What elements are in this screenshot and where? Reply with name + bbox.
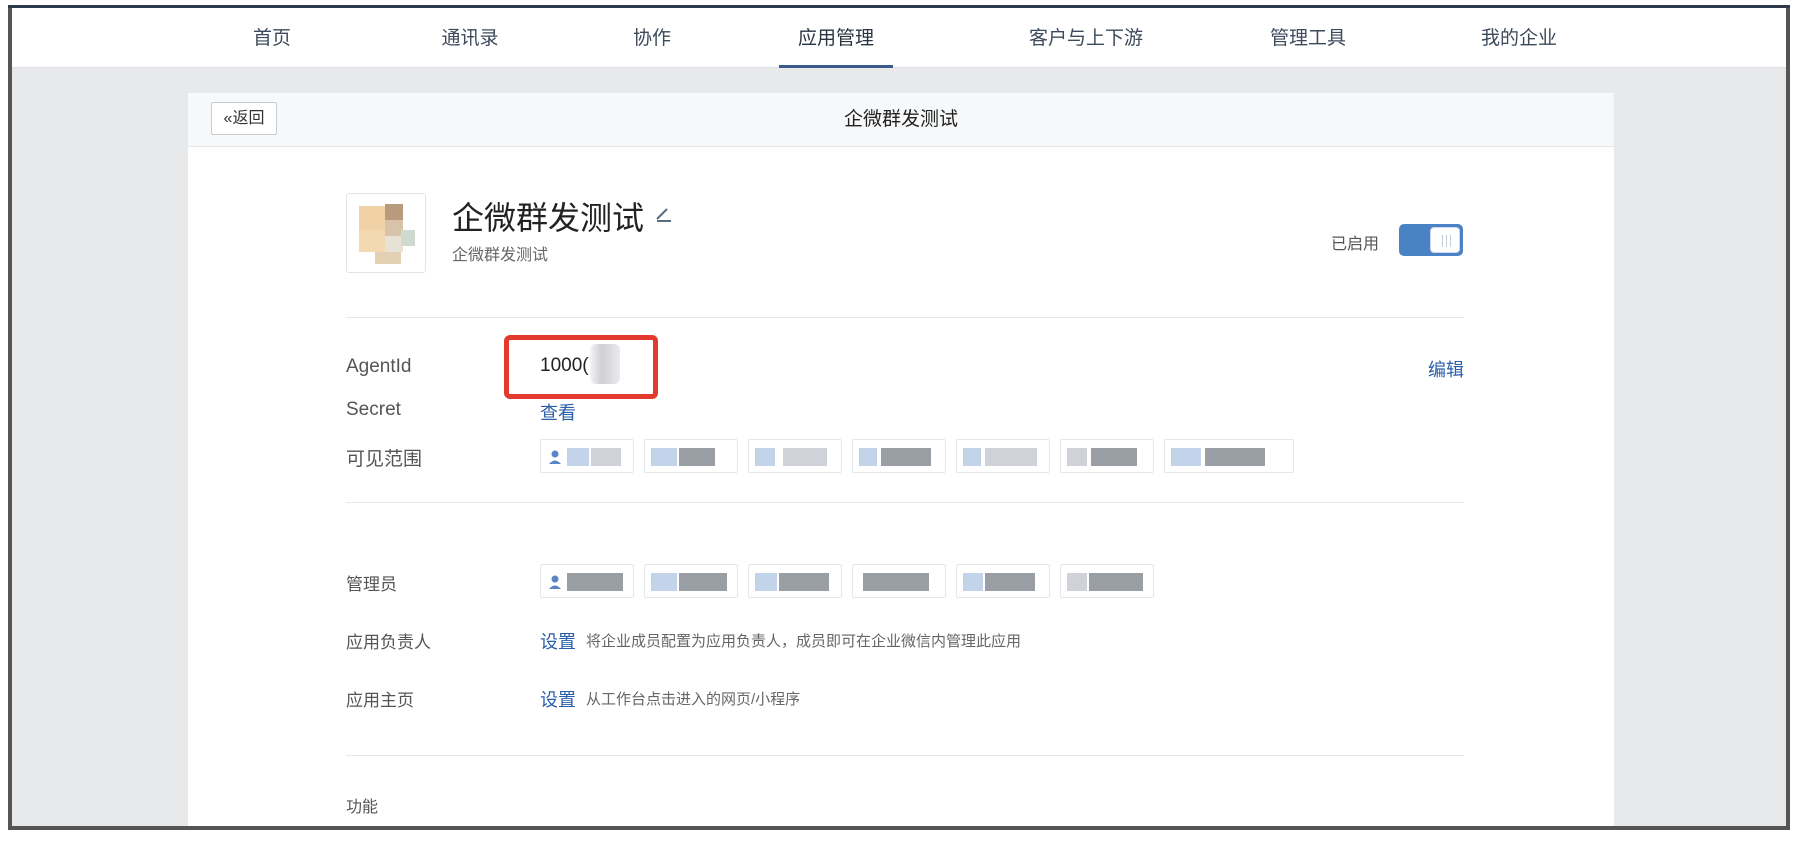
admin-label: 管理员 [346,575,397,594]
toggle-knob [1430,227,1460,253]
app-logo [346,193,426,273]
app-homepage-label: 应用主页 [346,691,414,710]
vertical-scrollbar[interactable] [1786,8,1790,826]
feature-card[interactable] [720,829,1076,830]
window-top-strip [0,0,1812,9]
app-description: 企微群发测试 [452,247,549,264]
view-secret-link[interactable]: 查看 [540,399,576,425]
nav-item-home[interactable]: 首页 [232,8,312,68]
top-navigation: 首页 通讯录 协作 应用管理 客户与上下游 管理工具 我的企业 [12,8,1786,68]
visibility-chip[interactable] [852,439,946,473]
set-homepage-link[interactable]: 设置 [540,686,576,712]
card-header: «返回 企微群发测试 [188,93,1614,147]
status-label: 已启用 [1331,236,1380,253]
person-icon [549,450,561,464]
admin-chip[interactable] [1060,564,1154,598]
admin-chip[interactable] [956,564,1050,598]
homepage-hint: 从工作台点击进入的网页/小程序 [586,691,801,708]
admin-chip[interactable] [748,564,842,598]
nav-item-management-tools[interactable]: 管理工具 [1243,8,1373,68]
enable-toggle[interactable] [1399,224,1463,256]
pencil-icon[interactable] [653,203,675,225]
admin-chip[interactable] [852,564,946,598]
nav-item-contacts[interactable]: 通讯录 [410,8,530,68]
secret-label: Secret [346,399,401,420]
visibility-chip[interactable] [956,439,1050,473]
section-divider [346,502,1464,503]
app-detail-card: «返回 企微群发测试 企微群发测试 企微群发测试 已启用 AgentId 100… [188,93,1614,830]
set-owner-link[interactable]: 设置 [540,628,576,654]
nav-item-collaboration[interactable]: 协作 [612,8,692,68]
admin-chip[interactable] [540,564,634,598]
visibility-chip[interactable] [748,439,842,473]
visibility-chip[interactable] [540,439,634,473]
nav-item-customers-partners[interactable]: 客户与上下游 [996,8,1176,68]
feature-card[interactable] [346,829,702,830]
nav-item-app-management[interactable]: 应用管理 [779,8,893,68]
edit-details-link[interactable]: 编辑 [1428,356,1464,382]
app-frame: 首页 通讯录 协作 应用管理 客户与上下游 管理工具 我的企业 «返回 企微群发… [8,8,1790,830]
visibility-chip[interactable] [1060,439,1154,473]
nav-item-my-enterprise[interactable]: 我的企业 [1454,8,1584,68]
page-title: 企微群发测试 [843,109,958,130]
owner-hint: 将企业成员配置为应用负责人，成员即可在企业微信内管理此应用 [586,633,1022,650]
person-icon [549,575,561,589]
admin-chip[interactable] [644,564,738,598]
visibility-label: 可见范围 [346,449,423,470]
visibility-chip[interactable] [644,439,738,473]
app-owner-label: 应用负责人 [346,633,431,652]
app-name: 企微群发测试 [452,200,645,236]
section-divider [346,317,1464,318]
feature-card[interactable] [1094,829,1464,830]
agentid-highlight-box [504,335,658,399]
agentid-label: AgentId [346,356,412,377]
features-label: 功能 [346,799,379,816]
visibility-chip[interactable] [1164,439,1294,473]
section-divider [346,755,1464,756]
